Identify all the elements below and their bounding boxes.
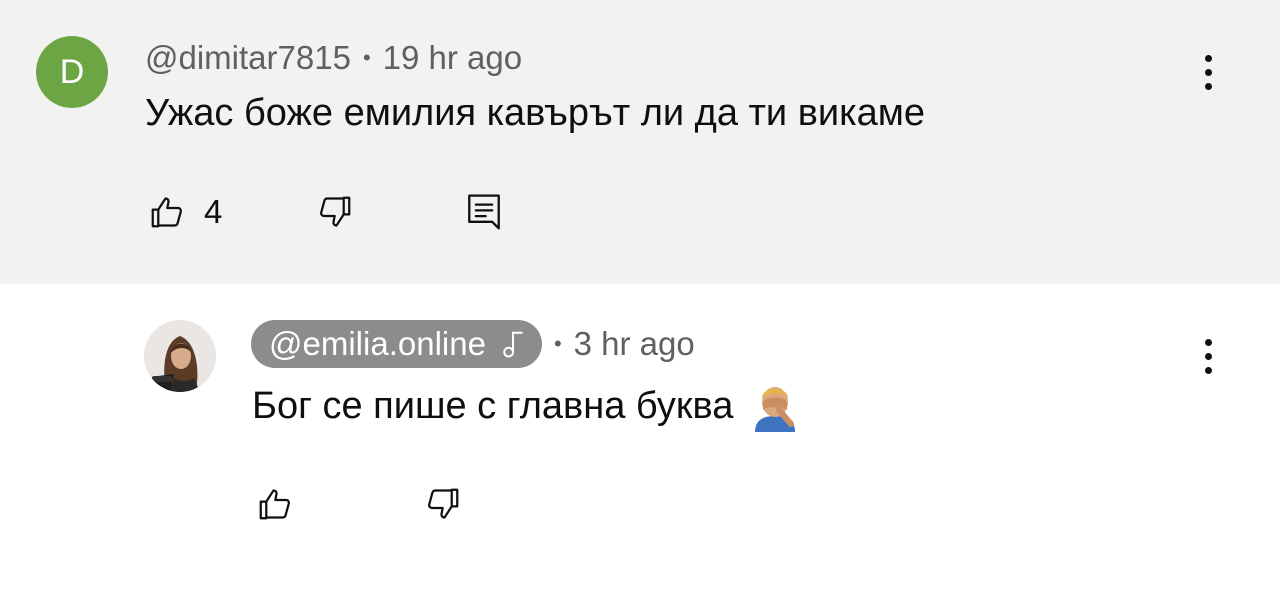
reply-icon bbox=[468, 194, 500, 230]
more-vert-icon bbox=[1204, 54, 1212, 62]
comment-text-row: Бог се пише с главна буква bbox=[252, 380, 801, 432]
like-icon bbox=[259, 489, 290, 520]
like-button[interactable]: 4 bbox=[148, 192, 222, 232]
comment-meta: @dimitar7815 • 19 hr ago bbox=[145, 38, 522, 78]
comment-actions bbox=[256, 484, 516, 524]
comment-text: Бог се пише с главна буква bbox=[252, 384, 734, 427]
avatar[interactable]: D bbox=[36, 36, 108, 108]
comment-reply: @emilia.online • 3 hr ago Бог се пише с … bbox=[0, 284, 1280, 609]
author-name[interactable]: @dimitar7815 bbox=[145, 39, 351, 77]
author-name: @emilia.online bbox=[269, 325, 486, 362]
more-options-button[interactable] bbox=[1188, 42, 1228, 102]
reply-button[interactable] bbox=[466, 192, 502, 232]
music-note-icon bbox=[500, 329, 526, 359]
comment-actions: 4 bbox=[148, 192, 548, 232]
creator-name-chip[interactable]: @emilia.online bbox=[251, 320, 542, 368]
like-icon bbox=[151, 197, 182, 228]
dislike-icon bbox=[320, 196, 351, 227]
comment-time[interactable]: 3 hr ago bbox=[574, 325, 695, 363]
profile-photo-icon bbox=[144, 320, 216, 392]
meta-separator: • bbox=[362, 45, 371, 70]
facepalm-emoji-icon bbox=[749, 380, 801, 432]
more-vert-icon bbox=[1204, 338, 1212, 346]
comment-time[interactable]: 19 hr ago bbox=[383, 39, 522, 77]
dislike-icon bbox=[428, 488, 459, 519]
dislike-button[interactable] bbox=[424, 484, 462, 524]
more-options-button[interactable] bbox=[1188, 326, 1228, 386]
like-button[interactable] bbox=[256, 484, 294, 524]
comment-meta: @emilia.online • 3 hr ago bbox=[251, 320, 695, 368]
avatar[interactable] bbox=[144, 320, 216, 392]
comment-text: Ужас боже емилия кавърът ли да ти викаме bbox=[145, 92, 925, 134]
like-count: 4 bbox=[204, 193, 223, 230]
dislike-button[interactable] bbox=[316, 192, 354, 232]
comment-thread: D @dimitar7815 • 19 hr ago Ужас боже еми… bbox=[0, 0, 1280, 284]
meta-separator: • bbox=[553, 331, 562, 356]
